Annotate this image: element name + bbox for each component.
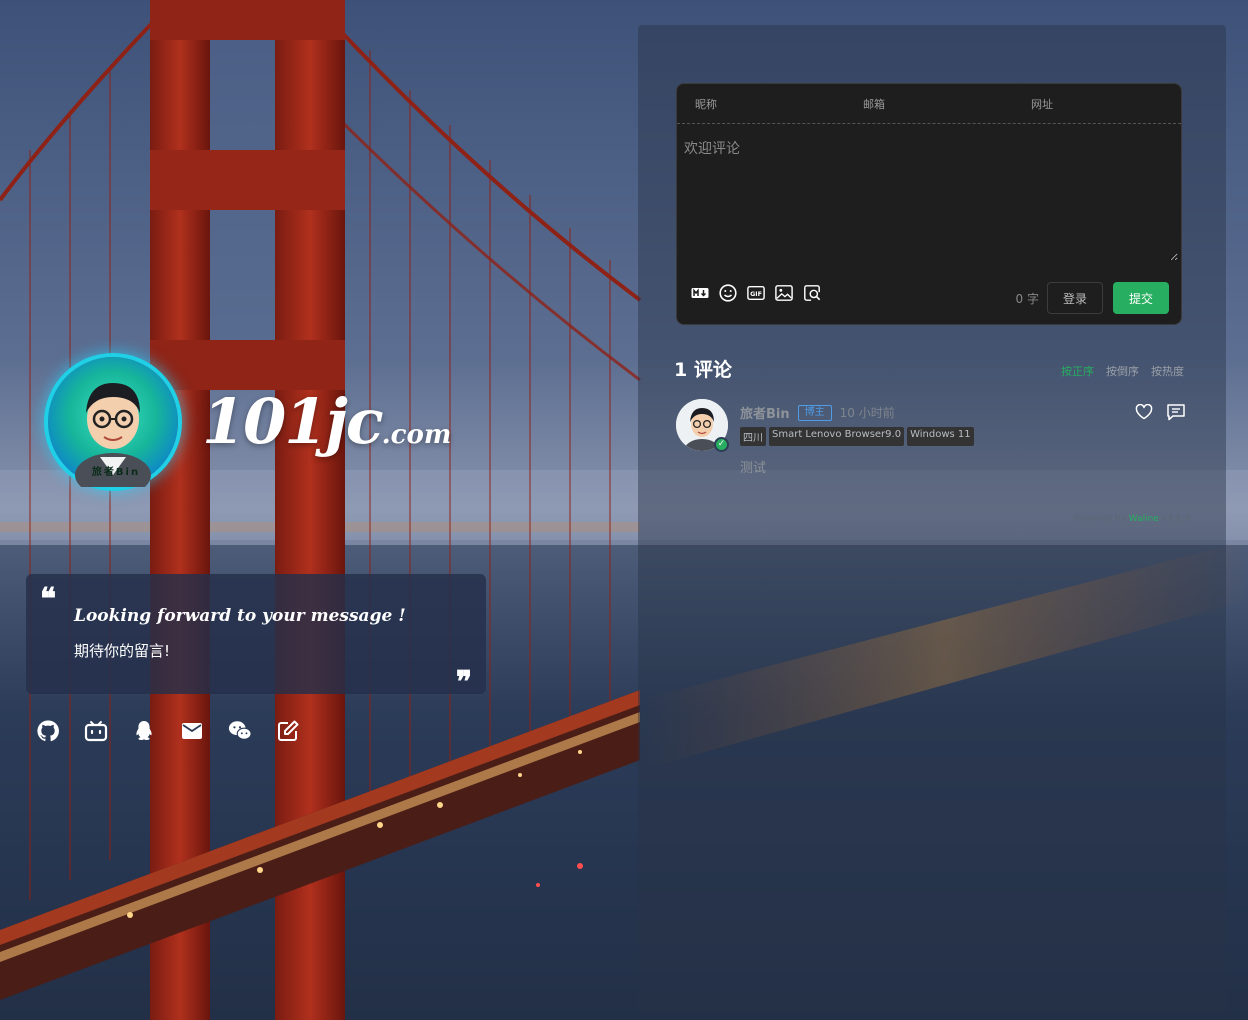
emoji-icon[interactable] bbox=[719, 284, 737, 302]
github-icon[interactable] bbox=[36, 718, 60, 744]
verified-check-icon: ✓ bbox=[714, 437, 729, 452]
edit-icon[interactable] bbox=[276, 718, 300, 744]
site-name: 101jc.com bbox=[202, 385, 451, 458]
comment-count: 1 评论 bbox=[674, 359, 732, 381]
editor-header bbox=[677, 84, 1181, 124]
quote-chinese: 期待你的留言! bbox=[74, 642, 171, 660]
powered-prefix: Powered by bbox=[1073, 514, 1126, 524]
image-icon[interactable] bbox=[775, 284, 793, 302]
word-count-unit: 字 bbox=[1026, 292, 1039, 306]
sort-tabs: 按正序 按倒序 按热度 bbox=[1061, 363, 1184, 379]
meta-browser: Smart Lenovo Browser9.0 bbox=[769, 427, 905, 446]
editor-footer: GIF 0 字 登录 提交 bbox=[677, 268, 1181, 324]
site-name-tld: .com bbox=[381, 420, 452, 450]
mail-input[interactable] bbox=[845, 84, 1013, 124]
link-input[interactable] bbox=[1013, 84, 1181, 124]
meta-os: Windows 11 bbox=[907, 427, 974, 446]
comment-panel: GIF 0 字 登录 提交 1 评论 按正序 按倒序 按热度 bbox=[638, 25, 1226, 1013]
comment-time: 10 小时前 bbox=[839, 406, 895, 420]
preview-icon[interactable] bbox=[803, 284, 821, 302]
sort-ascending[interactable]: 按正序 bbox=[1061, 363, 1094, 379]
quote-close-icon: ❞ bbox=[455, 665, 472, 700]
gif-icon[interactable]: GIF bbox=[747, 284, 765, 302]
powered-by: Powered by Waline v3.1.3 bbox=[1074, 514, 1190, 524]
quote-english: Looking forward to your message ! bbox=[74, 606, 406, 626]
sort-hottest[interactable]: 按热度 bbox=[1151, 363, 1184, 379]
site-logo[interactable]: 旅者Bin 101jc.com bbox=[40, 355, 451, 490]
markdown-icon[interactable] bbox=[691, 284, 709, 302]
svg-text:GIF: GIF bbox=[750, 291, 762, 298]
powered-version: v3.1.3 bbox=[1161, 514, 1190, 524]
bilibili-icon[interactable] bbox=[84, 718, 108, 744]
word-count: 0 字 bbox=[1016, 290, 1039, 307]
avatar-caption: 旅者Bin bbox=[91, 467, 141, 478]
submit-button[interactable]: 提交 bbox=[1113, 282, 1169, 314]
wechat-icon[interactable] bbox=[228, 718, 252, 744]
comment-textarea[interactable] bbox=[680, 126, 1178, 261]
quote-card: ❝ Looking forward to your message ! 期待你的… bbox=[26, 574, 486, 700]
login-button[interactable]: 登录 bbox=[1047, 282, 1103, 314]
comment-content: 测试 bbox=[740, 461, 767, 476]
word-count-value: 0 bbox=[1015, 292, 1024, 306]
admin-badge: 博主 bbox=[797, 404, 832, 421]
comment-nick[interactable]: 旅者Bin bbox=[740, 403, 790, 422]
like-heart-icon[interactable] bbox=[1134, 403, 1154, 421]
waline-link[interactable]: Waline bbox=[1129, 514, 1159, 524]
sort-descending[interactable]: 按倒序 bbox=[1106, 363, 1139, 379]
comment-header: 旅者Bin 博主 10 小时前 bbox=[740, 403, 895, 422]
site-name-main: 101jc bbox=[202, 385, 384, 458]
qq-icon[interactable] bbox=[132, 718, 156, 744]
editor-toolbar: GIF bbox=[691, 284, 821, 302]
reply-icon[interactable] bbox=[1166, 403, 1186, 421]
meta-location: 四川 bbox=[740, 427, 766, 446]
quote-open-icon: ❝ bbox=[40, 582, 57, 617]
comment-actions bbox=[1134, 403, 1186, 421]
nick-input[interactable] bbox=[677, 84, 845, 124]
comment-meta: 四川 Smart Lenovo Browser9.0 Windows 11 bbox=[740, 427, 974, 446]
mail-icon[interactable] bbox=[180, 718, 204, 744]
comment-editor: GIF 0 字 登录 提交 bbox=[676, 83, 1182, 325]
social-links bbox=[36, 718, 300, 744]
avatar: 旅者Bin bbox=[48, 357, 178, 487]
